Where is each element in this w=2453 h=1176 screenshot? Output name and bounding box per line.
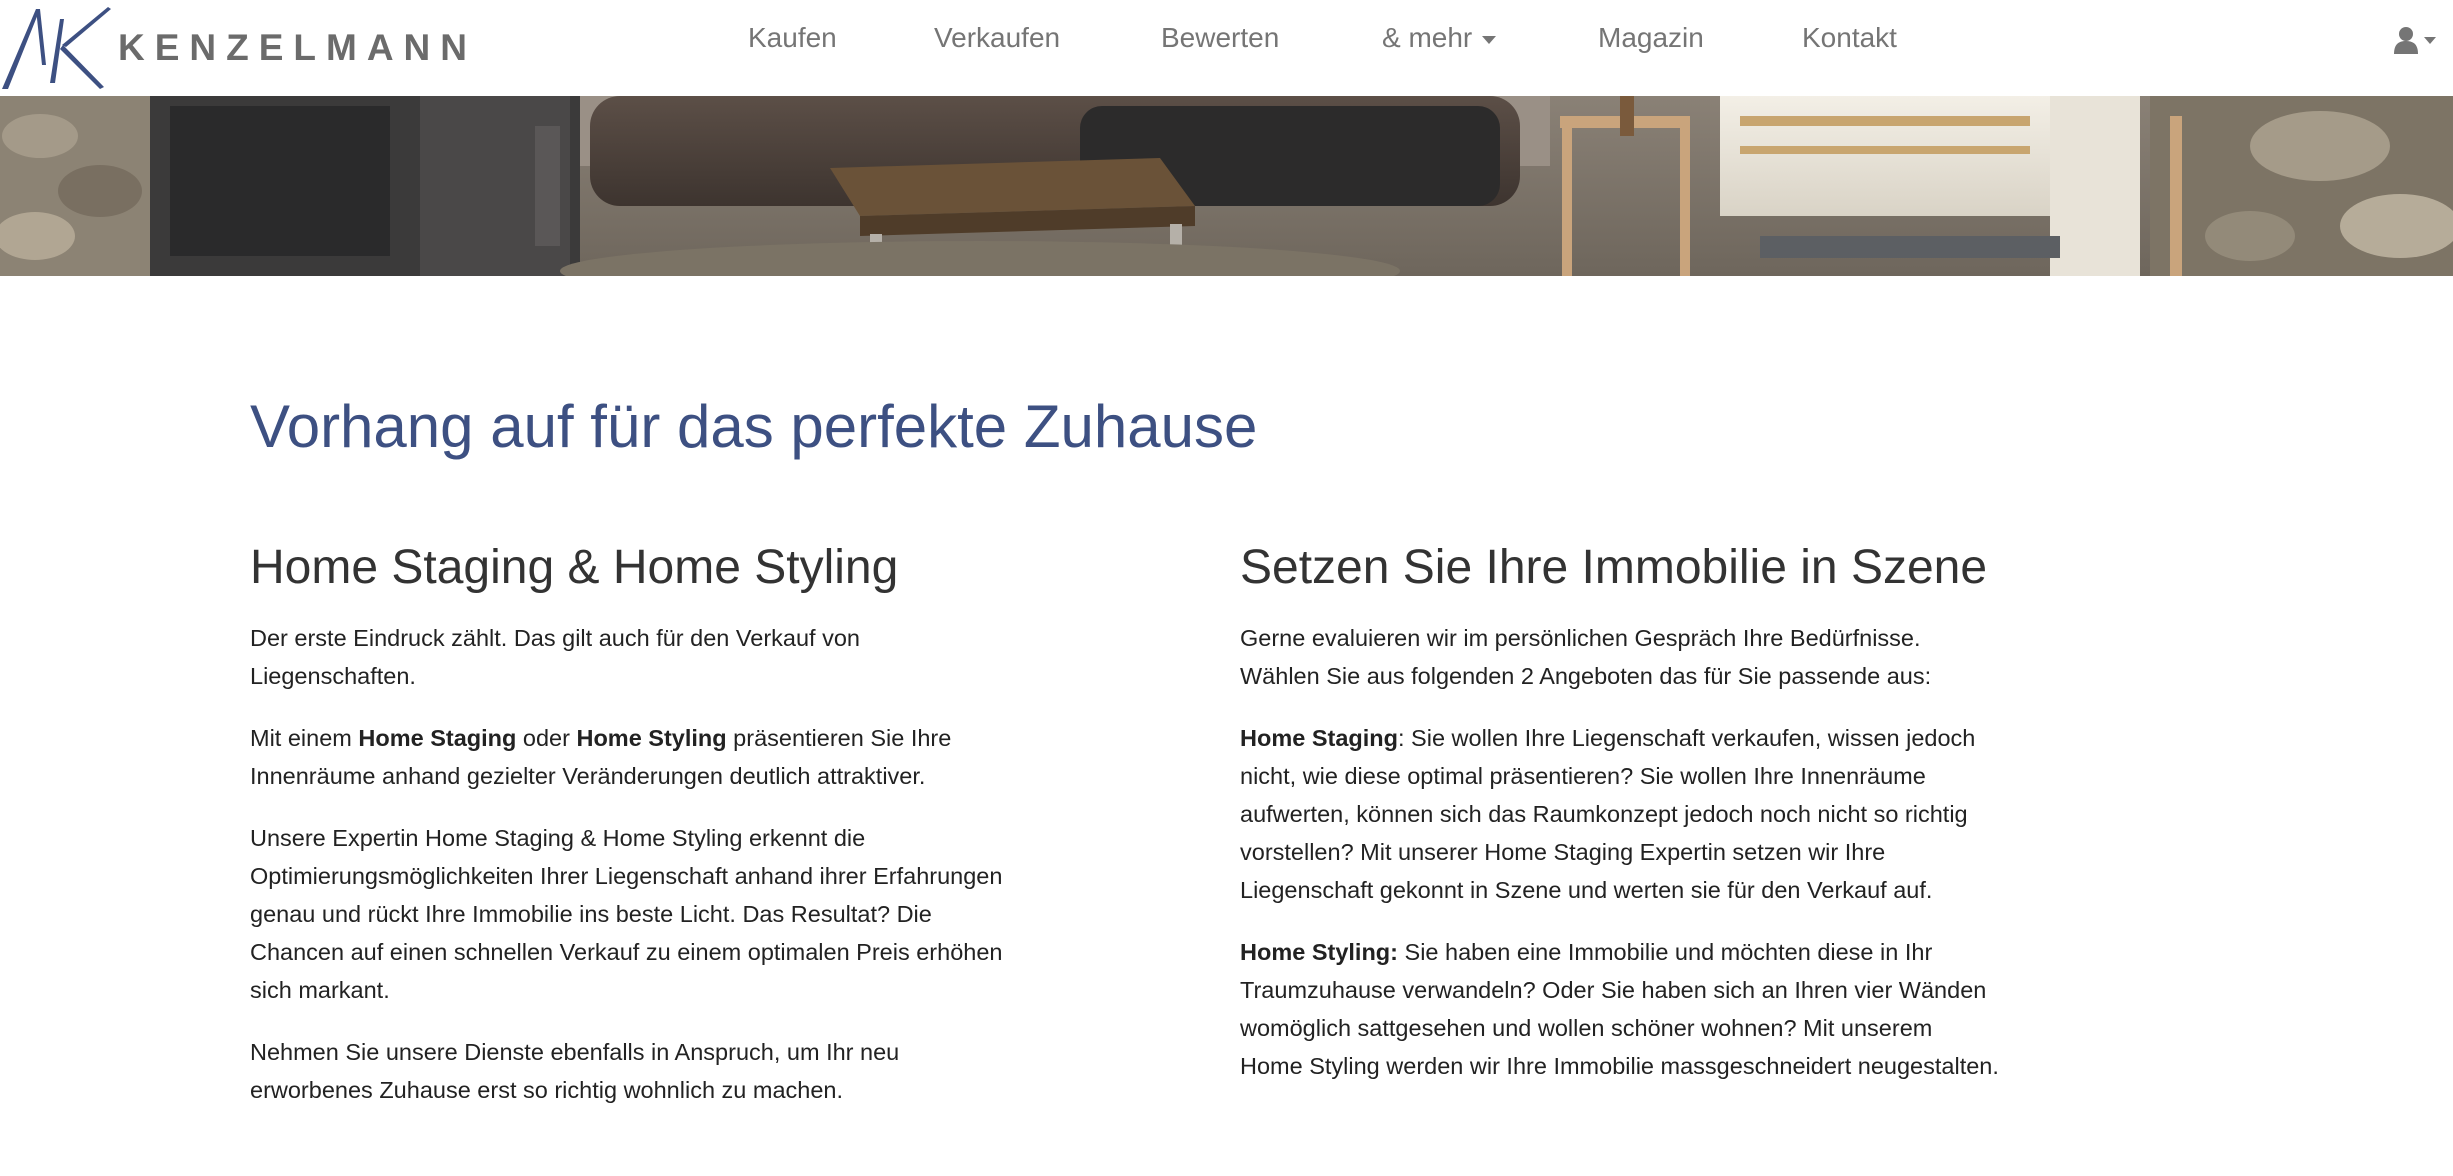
user-menu-button[interactable] (2394, 26, 2436, 54)
paragraph: Mit einem Home Staging oder Home Styling… (250, 725, 952, 789)
home-staging-section: Home Staging & Home Styling Der erste Ei… (250, 540, 1010, 1133)
paragraph: Gerne evaluieren wir im persönlichen Ges… (1240, 625, 1932, 689)
chevron-down-icon (2424, 36, 2436, 44)
paragraph: Nehmen Sie unsere Dienste ebenfalls in A… (250, 1039, 900, 1103)
bold-text: Home Staging (1240, 725, 1398, 751)
section-heading: Setzen Sie Ihre Immobilie in Szene (1240, 541, 1988, 594)
paragraph: Der erste Eindruck zählt. Das gilt auch … (250, 625, 861, 689)
paragraph: Home Styling: Sie haben eine Immobilie u… (1240, 939, 1999, 1079)
section-heading: Home Staging & Home Styling (250, 541, 899, 594)
living-room-photo (0, 96, 2453, 276)
nav-item-mehr-dropdown[interactable]: & mehr (1382, 22, 1497, 54)
site-header: KENZELMANN Kaufen Verkaufen Bewerten & m… (0, 0, 2453, 96)
bold-text: Home Styling (576, 725, 727, 751)
chevron-down-icon (1482, 35, 1497, 44)
immobilie-szene-section: Setzen Sie Ihre Immobilie in Szene Gerne… (1240, 540, 2000, 1109)
hero-banner-image (0, 96, 2453, 276)
nav-item-magazin[interactable]: Magazin (1598, 22, 1704, 54)
page-title: Vorhang auf für das perfekte Zuhause (250, 393, 1258, 460)
paragraph: Home Staging: Sie wollen Ihre Liegenscha… (1240, 725, 1976, 903)
nav-item-bewerten[interactable]: Bewerten (1161, 22, 1279, 54)
nav-item-verkaufen[interactable]: Verkaufen (934, 22, 1060, 54)
bold-text: Home Staging (358, 725, 517, 751)
nav-item-kontakt[interactable]: Kontakt (1802, 22, 1897, 54)
main-nav: Kaufen Verkaufen Bewerten & mehr Magazin… (0, 0, 2453, 84)
bold-text: Home Styling: (1240, 939, 1398, 965)
nav-item-mehr-label: & mehr (1382, 22, 1473, 53)
user-icon (2394, 27, 2418, 54)
nav-item-kaufen[interactable]: Kaufen (748, 22, 837, 54)
paragraph: Unsere Expertin Home Staging & Home Styl… (250, 825, 1003, 1003)
